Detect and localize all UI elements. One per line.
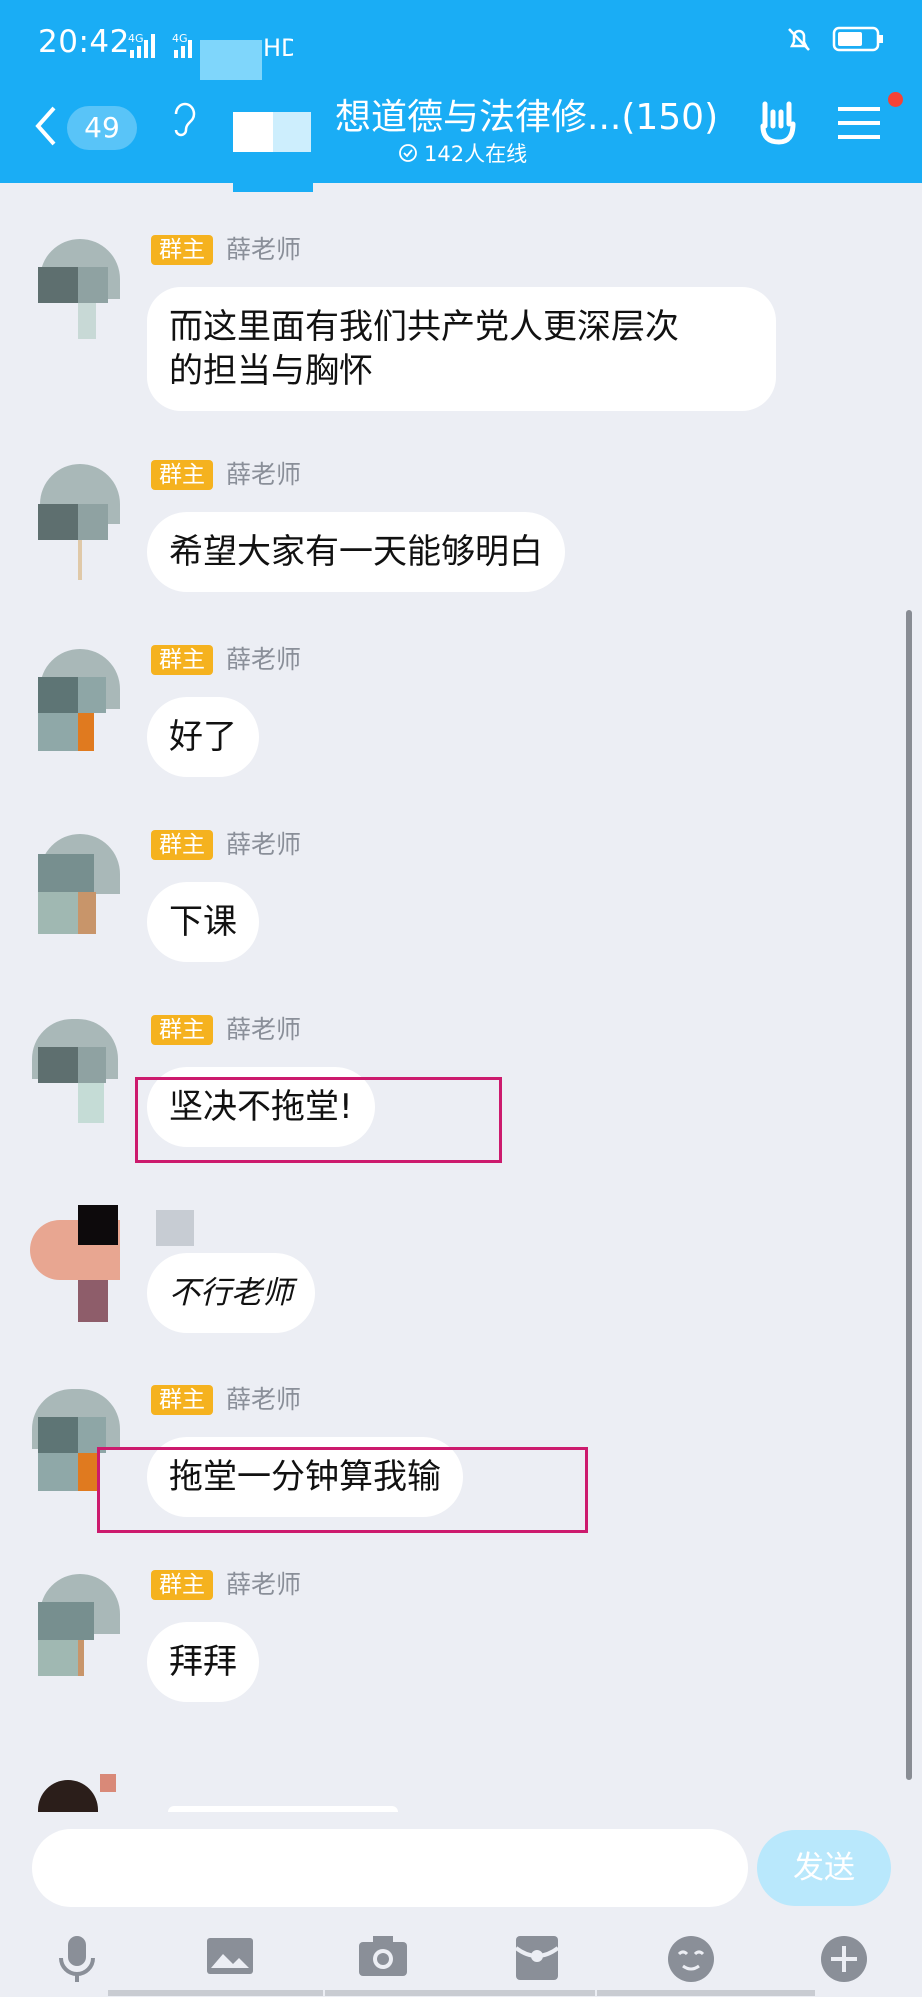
red-packet-icon[interactable]	[514, 1934, 560, 1982]
message-text-line: 而这里面有我们共产党人更深层次	[169, 307, 679, 347]
nav-indicator	[597, 1990, 815, 1996]
microphone-icon[interactable]	[55, 1934, 99, 1984]
status-time: 20:42	[38, 24, 130, 60]
plus-icon[interactable]	[819, 1934, 869, 1984]
unread-badge[interactable]: 49	[67, 106, 137, 150]
hand-gesture-icon[interactable]	[755, 98, 801, 146]
status-right	[784, 24, 884, 54]
back-icon[interactable]	[32, 104, 60, 148]
message-input[interactable]	[32, 1829, 748, 1907]
send-button[interactable]: 发送	[757, 1830, 891, 1906]
notification-dot	[888, 92, 903, 107]
message-bubble[interactable]: 不行老师	[147, 1253, 315, 1333]
scrollbar[interactable]	[906, 610, 912, 1780]
mosaic-patch	[200, 40, 262, 80]
ear-icon[interactable]	[170, 100, 198, 138]
avatar[interactable]	[30, 834, 120, 934]
sender-name[interactable]: 薛老师	[226, 645, 301, 675]
sender-name[interactable]: 薛老师	[226, 1570, 301, 1600]
svg-text:HD: HD	[263, 34, 293, 60]
mute-bell-icon	[788, 28, 810, 51]
message-bubble[interactable]: 好了	[147, 697, 259, 777]
owner-tag: 群主	[151, 460, 213, 490]
message-bubble[interactable]: 下课	[147, 882, 259, 962]
owner-tag: 群主	[151, 830, 213, 860]
sender-name[interactable]: 薛老师	[226, 1015, 301, 1045]
camera-icon[interactable]	[357, 1934, 409, 1978]
sender-name[interactable]: 薛老师	[226, 830, 301, 860]
partial-bubble	[168, 1806, 398, 1812]
sender-name[interactable]: 薛老师	[226, 1385, 301, 1415]
owner-tag: 群主	[151, 645, 213, 675]
message-bubble[interactable]: 希望大家有一天能够明白	[147, 512, 565, 592]
avatar[interactable]	[30, 239, 120, 339]
avatar[interactable]	[28, 1019, 118, 1123]
highlight-box	[97, 1447, 588, 1533]
bottom-toolbar	[0, 1920, 922, 1997]
svg-text:4G: 4G	[172, 32, 188, 45]
sender-name[interactable]: 薛老师	[226, 235, 301, 265]
owner-tag: 群主	[151, 1015, 213, 1045]
image-icon[interactable]	[205, 1934, 255, 1978]
header-bar: 20:42 4G 4G HD 49 想道德与法律修...(150) 142人在线	[0, 0, 922, 192]
message-text-line: 的担当与胸怀	[169, 351, 373, 391]
message-bubble[interactable]: 拜拜	[147, 1622, 259, 1702]
online-check-icon	[399, 144, 417, 162]
nav-indicator	[325, 1990, 595, 1996]
avatar[interactable]	[30, 1574, 120, 1676]
message-bubble[interactable]: 而这里面有我们共产党人更深层次 的担当与胸怀	[147, 287, 776, 411]
owner-tag: 群主	[151, 1385, 213, 1415]
svg-text:4G: 4G	[128, 32, 144, 45]
battery-icon	[832, 26, 883, 52]
nav-indicator	[108, 1990, 323, 1996]
group-title[interactable]: 想道德与法律修...(150)	[335, 88, 718, 140]
avatar[interactable]	[30, 649, 120, 751]
menu-icon[interactable]	[838, 105, 880, 141]
owner-tag: 群主	[151, 235, 213, 265]
highlight-box	[135, 1077, 502, 1163]
online-count: 142人在线	[398, 138, 527, 168]
emoji-icon[interactable]	[666, 1934, 716, 1984]
online-count-text: 142人在线	[424, 142, 528, 166]
sender-name[interactable]: 薛老师	[226, 460, 301, 490]
avatar[interactable]	[30, 1762, 120, 1812]
avatar[interactable]	[30, 464, 120, 580]
owner-tag: 群主	[151, 1570, 213, 1600]
avatar[interactable]	[30, 1205, 194, 1325]
